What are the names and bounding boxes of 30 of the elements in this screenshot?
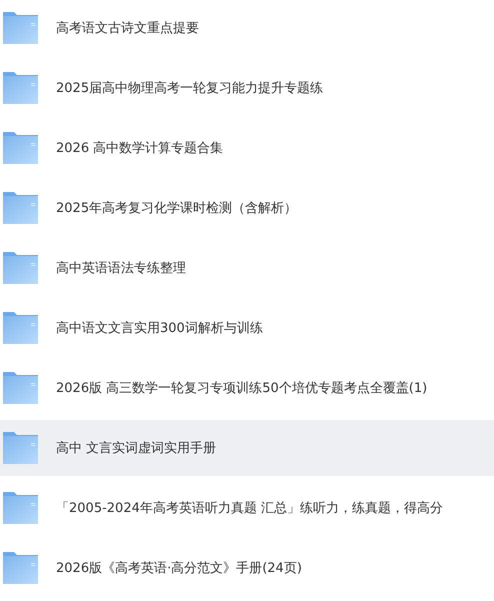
- folder-name: 「2005-2024年高考英语听力真题 汇总」练听力，练真题，得高分: [56, 500, 443, 517]
- folder-row[interactable]: 2025届高中物理高考一轮复习能力提升专题练: [0, 60, 494, 116]
- folder-row[interactable]: 2026版《高考英语·高分范文》手册(24页): [0, 540, 494, 596]
- folder-name: 2026版《高考英语·高分范文》手册(24页): [56, 560, 302, 577]
- folder-icon: [2, 11, 39, 45]
- folder-name: 2026版 高三数学一轮复习专项训练50个培优专题考点全覆盖(1): [56, 380, 428, 397]
- folder-name: 2026 高中数学计算专题合集: [56, 140, 224, 157]
- folder-row[interactable]: 「2005-2024年高考英语听力真题 汇总」练听力，练真题，得高分: [0, 480, 494, 536]
- folder-row[interactable]: 高中语文文言实用300词解析与训练: [0, 300, 494, 356]
- folder-row[interactable]: 高考语文古诗文重点提要: [0, 0, 494, 56]
- folder-row[interactable]: 高中 文言实词虚词实用手册: [0, 420, 494, 476]
- folder-icon: [2, 71, 39, 105]
- folder-row[interactable]: 2026 高中数学计算专题合集: [0, 120, 494, 176]
- folder-name: 2025届高中物理高考一轮复习能力提升专题练: [56, 80, 324, 97]
- folder-icon: [2, 251, 39, 285]
- folder-icon: [2, 131, 39, 165]
- folder-name: 高中英语语法专练整理: [56, 260, 186, 277]
- folder-name: 高中 文言实词虚词实用手册: [56, 440, 216, 457]
- folder-icon: [2, 491, 39, 525]
- folder-row[interactable]: 2025年高考复习化学课时检测（含解析）: [0, 180, 494, 236]
- folder-icon: [2, 311, 39, 345]
- folder-icon: [2, 371, 39, 405]
- folder-icon: [2, 191, 39, 225]
- folder-row[interactable]: 2026版 高三数学一轮复习专项训练50个培优专题考点全覆盖(1): [0, 360, 494, 416]
- folder-name: 高考语文古诗文重点提要: [56, 20, 199, 37]
- folder-name: 高中语文文言实用300词解析与训练: [56, 320, 263, 337]
- folder-row[interactable]: 高中英语语法专练整理: [0, 240, 494, 296]
- folder-icon: [2, 551, 39, 585]
- folder-name: 2025年高考复习化学课时检测（含解析）: [56, 200, 298, 217]
- folder-icon: [2, 431, 39, 465]
